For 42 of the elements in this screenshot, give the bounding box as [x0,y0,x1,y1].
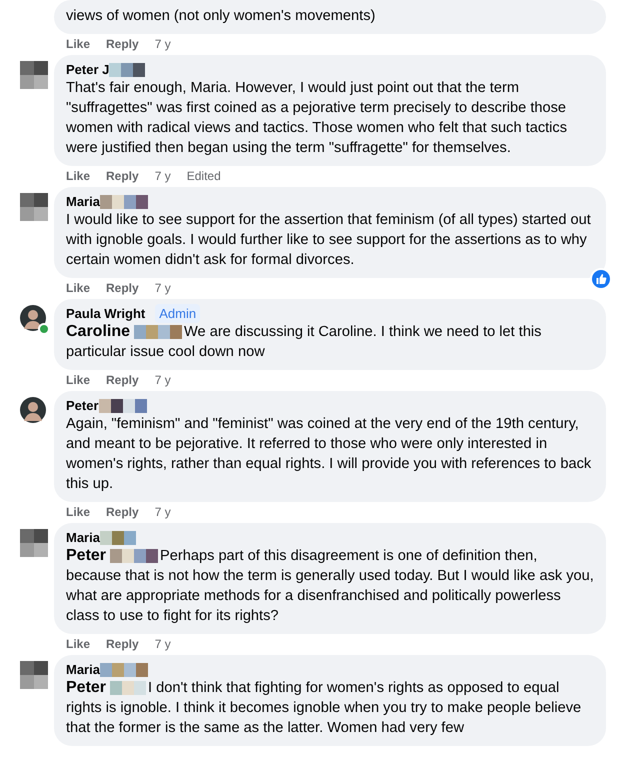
comment-text: Again, "feminism" and "feminist" was coined at the very end of the 19th century, and meant to be pejorative. It referred to those who were only interested in women's rights, rather than equal rights. I will provide you with references to back this up. [66,415,592,494]
comment-action-link[interactable]: Like [66,373,90,387]
author-name[interactable]: Paula Wright [66,306,146,321]
timestamp-link[interactable]: 7 y [154,281,171,295]
comment-action-link[interactable]: Like [66,37,90,51]
timestamp-link[interactable]: 7 y [154,169,171,183]
comment-text: That's fair enough, Maria. However, I would just point out that the term "suffragettes" was first coined as a pejorative term precisely to describe those women with radical views and tactics. Those women who felt that such tactics were justified then began using the term "suffragette" for themselves. [66,79,568,158]
author-name[interactable]: Maria [66,194,100,209]
comment-action-link[interactable]: Like [66,169,90,183]
comment-action-link[interactable]: Like [66,281,90,295]
timestamp-link[interactable]: 7 y [154,37,171,51]
timestamp-link[interactable]: 7 y [154,373,171,387]
comment-action-link[interactable]: Reply [106,281,139,295]
edited-label: Edited [186,169,221,183]
like-reaction-icon[interactable] [590,268,612,290]
author-name[interactable]: Peter [66,398,99,413]
comment-action-link[interactable]: Reply [106,169,139,183]
redaction-drawing [110,549,158,564]
author-name[interactable]: Maria [66,530,100,545]
avatar-icon[interactable] [20,397,46,423]
comment-action-link[interactable]: Reply [106,373,139,387]
timestamp-link[interactable]: 7 y [154,505,171,519]
comment-action-link[interactable]: Reply [106,637,139,651]
redaction-drawing [134,325,182,340]
comment-action-link[interactable]: Reply [106,37,139,51]
mention-link[interactable]: Peter [66,679,106,696]
comment-text: Peter I don't think that fighting for women's rights as opposed to equal rights is ignoble. I think it becomes ignoble when you try to make people believe that the former is the same as the latter. Women had very few [66,678,582,738]
comment-text: Caroline We are discussing it Caroline. I think we need to let this particular issue cool down now [66,322,542,362]
comment-action-link[interactable]: Like [66,505,90,519]
timestamp-link[interactable]: 7 y [154,637,171,651]
admin-badge: Admin [155,304,200,323]
mention-link[interactable]: Caroline [66,323,130,340]
comment-action-link[interactable]: Like [66,637,90,651]
comment-text: Peter Perhaps part of this disagreement is one of definition then, because that is not how the term is generally used today. But I would like ask you, what are appropriate methods for a disenfranchised and politically powerless class to use to fight for its rights? [66,546,594,626]
comment-action-link[interactable]: Reply [106,505,139,519]
author-name[interactable]: Maria [66,662,100,677]
mention-link[interactable]: Peter [66,547,106,564]
avatar-icon[interactable] [20,305,46,331]
comment-text: views of women (not only women's movements) [66,7,376,26]
author-name[interactable]: Peter J [66,62,110,77]
redaction-drawing [110,681,146,696]
comment-text: I would like to see support for the assertion that feminism (of all types) started out with ignoble goals. I would further like to see support for the assertions as to why certain women didn't ask for formal divorces. [66,211,592,270]
